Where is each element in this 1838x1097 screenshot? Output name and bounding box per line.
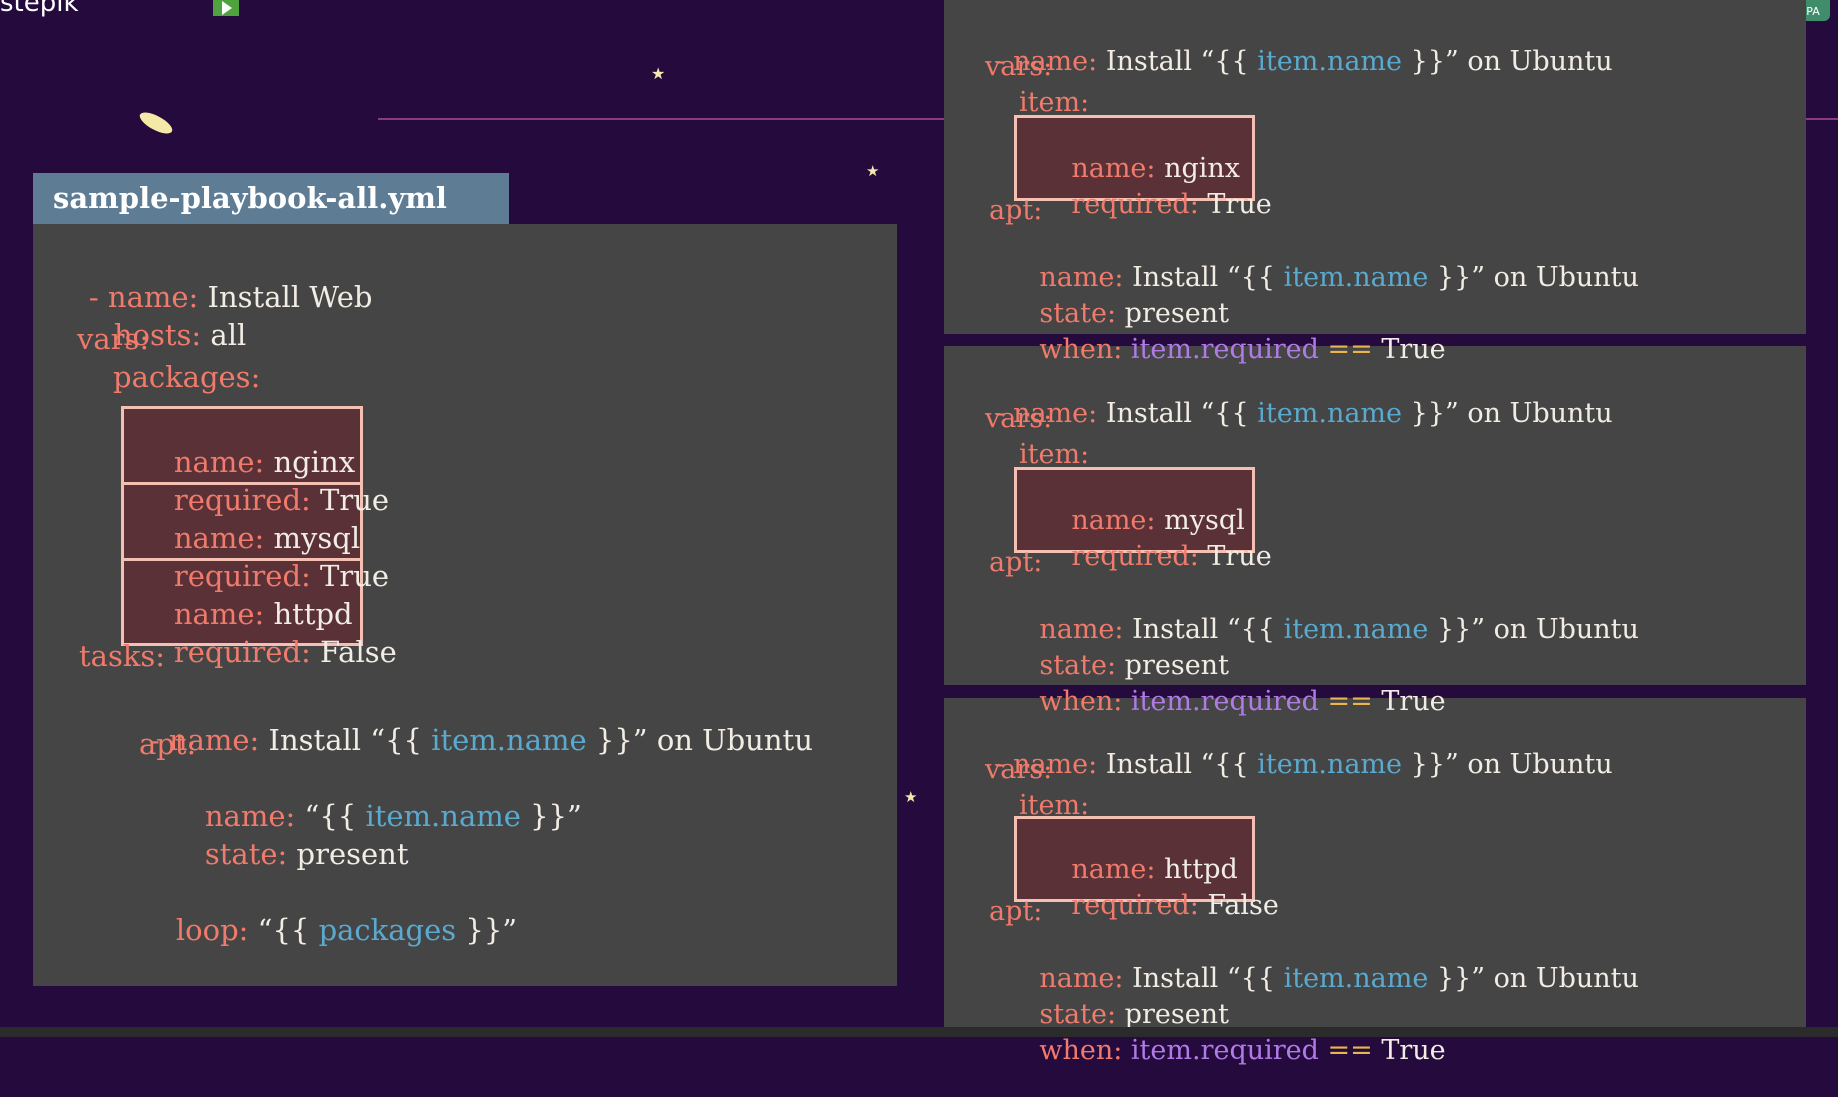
required-value: True bbox=[1207, 189, 1272, 220]
file-tab[interactable]: sample-playbook-all.yml bbox=[33, 173, 509, 224]
loop-line: loop: “{{ packages }}” bbox=[139, 879, 517, 981]
loop-suffix: }}” bbox=[465, 913, 518, 947]
when-variable: item.required bbox=[1130, 334, 1319, 365]
name-prefix: Install “{{ bbox=[1105, 46, 1249, 77]
key-vars: vars: bbox=[985, 403, 1053, 434]
when-operator: == bbox=[1327, 686, 1373, 717]
when-operator: == bbox=[1327, 334, 1373, 365]
key-when: when: bbox=[1039, 1035, 1123, 1066]
when-line: when: item.required == True bbox=[1005, 1004, 1446, 1097]
when-value: True bbox=[1381, 334, 1446, 365]
name-prefix: Install “{{ bbox=[1105, 398, 1249, 429]
key-vars: vars: bbox=[985, 51, 1053, 82]
loop-variable: packages bbox=[318, 913, 457, 947]
package-3-required: required: False bbox=[137, 601, 397, 703]
stepik-logo[interactable]: stepik bbox=[0, 0, 79, 18]
task-name-prefix: Install “{{ bbox=[268, 723, 422, 757]
file-name: sample-playbook-all.yml bbox=[53, 181, 447, 215]
name-suffix: }}” on Ubuntu bbox=[1410, 46, 1613, 77]
task-name-variable: item.name bbox=[431, 723, 587, 757]
planet-decoration-icon bbox=[136, 108, 176, 138]
apt-name-suffix: }}” bbox=[530, 799, 582, 833]
key-apt: apt: bbox=[989, 195, 1043, 226]
key-state: state: bbox=[204, 837, 288, 871]
play-triangle-icon bbox=[222, 1, 232, 15]
key-required: required: bbox=[1071, 541, 1199, 572]
key-required: required: bbox=[173, 635, 311, 669]
play-icon[interactable] bbox=[213, 0, 239, 16]
name-suffix: }}” on Ubuntu bbox=[1410, 749, 1613, 780]
key-required: required: bbox=[1071, 189, 1199, 220]
star-icon: ★ bbox=[904, 788, 918, 806]
name-prefix: Install “{{ bbox=[1105, 749, 1249, 780]
apt-name-variable: item.name bbox=[1283, 262, 1429, 293]
when-value: True bbox=[1381, 686, 1446, 717]
apt-name-suffix: }}” on Ubuntu bbox=[1436, 262, 1639, 293]
name-suffix: }}” on Ubuntu bbox=[1410, 398, 1613, 429]
avatar-initials: PA bbox=[1806, 5, 1820, 18]
key-apt: apt: bbox=[989, 547, 1043, 578]
when-variable: item.required bbox=[1130, 686, 1319, 717]
star-icon: ★ bbox=[651, 64, 666, 83]
apt-name-suffix: }}” on Ubuntu bbox=[1436, 614, 1639, 645]
key-loop: loop: bbox=[175, 913, 249, 947]
key-item: item: bbox=[1019, 439, 1090, 470]
key-apt: apt: bbox=[989, 896, 1043, 927]
when-operator: == bbox=[1327, 1035, 1373, 1066]
required-value: True bbox=[1207, 541, 1272, 572]
value-hosts: all bbox=[210, 318, 247, 352]
state-value: present bbox=[296, 837, 409, 871]
required-value: False bbox=[1207, 890, 1279, 921]
bottom-bar bbox=[0, 1027, 1838, 1037]
name-variable: item.name bbox=[1257, 46, 1403, 77]
key-tasks: tasks: bbox=[79, 639, 166, 673]
loop-prefix: “{{ bbox=[257, 913, 310, 947]
required-value: False bbox=[320, 635, 397, 669]
task-name-suffix: }}” on Ubuntu bbox=[595, 723, 813, 757]
key-when: when: bbox=[1039, 686, 1123, 717]
apt-name-suffix: }}” on Ubuntu bbox=[1436, 963, 1639, 994]
when-variable: item.required bbox=[1130, 1035, 1319, 1066]
apt-name-variable: item.name bbox=[1283, 614, 1429, 645]
name-variable: item.name bbox=[1257, 398, 1403, 429]
key-required: required: bbox=[1071, 890, 1199, 921]
key-when: when: bbox=[1039, 334, 1123, 365]
when-value: True bbox=[1381, 1035, 1446, 1066]
key-packages: packages: bbox=[113, 360, 261, 394]
key-item: item: bbox=[1019, 87, 1090, 118]
key-vars: vars: bbox=[985, 754, 1053, 785]
name-variable: item.name bbox=[1257, 749, 1403, 780]
key-apt: apt: bbox=[139, 727, 197, 761]
apt-name-variable: item.name bbox=[1283, 963, 1429, 994]
key-vars: vars: bbox=[77, 322, 150, 356]
star-icon: ★ bbox=[866, 162, 880, 180]
